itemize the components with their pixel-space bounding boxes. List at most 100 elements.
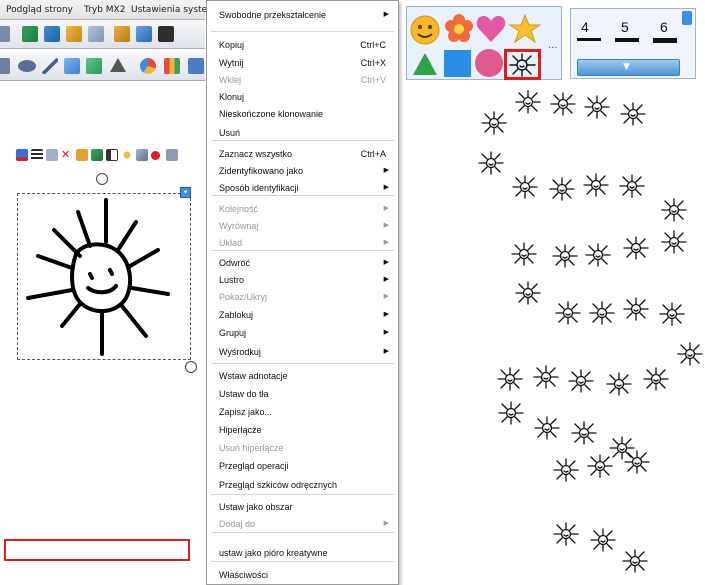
sun-stamp[interactable] bbox=[623, 236, 649, 260]
menu-item-29[interactable]: Właściwości bbox=[207, 567, 398, 584]
resize-handle[interactable] bbox=[185, 361, 197, 373]
sun-stamp[interactable] bbox=[571, 421, 597, 445]
pen-width-6[interactable]: 6 bbox=[660, 19, 668, 35]
sun-stamp[interactable] bbox=[515, 90, 541, 114]
menu-podglad-strony[interactable]: Podgląd strony bbox=[6, 5, 73, 15]
sun-stamp[interactable] bbox=[661, 230, 687, 254]
menu-item-25[interactable]: Przegląd szkiców odręcznych bbox=[207, 477, 398, 494]
menu-item-0[interactable]: Swobodne przekształcenie ▶ bbox=[207, 7, 398, 24]
menu-item-5[interactable]: Nieskończone klonowanie bbox=[207, 106, 398, 123]
sun-stamp[interactable] bbox=[590, 528, 616, 552]
menu-item-2[interactable]: Wytnij Ctrl+X bbox=[207, 55, 398, 72]
sun-stamp-button[interactable] bbox=[504, 49, 541, 80]
fill-color-icon[interactable] bbox=[16, 149, 28, 161]
more-tools-icon[interactable] bbox=[188, 58, 204, 74]
object-dropdown-button[interactable]: ▾ bbox=[180, 187, 191, 198]
sun-stamp[interactable] bbox=[609, 436, 635, 460]
menu-item-18[interactable]: Wyśrodkuj ▶ bbox=[207, 344, 398, 361]
pen-width-expand-button[interactable]: ▼ bbox=[577, 59, 680, 76]
sun-stamp[interactable] bbox=[511, 242, 537, 266]
sun-stamp[interactable] bbox=[568, 369, 594, 393]
pen-icon[interactable] bbox=[0, 58, 10, 74]
sun-stamp[interactable] bbox=[549, 177, 575, 201]
settings-icon[interactable] bbox=[166, 149, 178, 161]
pen-width-5[interactable]: 5 bbox=[621, 19, 629, 35]
sun-stamp[interactable] bbox=[624, 450, 650, 474]
menu-item-13[interactable]: Odwróć ▶ bbox=[207, 255, 398, 272]
rotate-handle[interactable] bbox=[96, 173, 108, 185]
board-icon[interactable] bbox=[158, 26, 174, 42]
menu-item-16[interactable]: Zablokuj ▶ bbox=[207, 307, 398, 324]
sun-stamp[interactable] bbox=[478, 151, 504, 175]
menu-item-24[interactable]: Przegląd operacji bbox=[207, 458, 398, 475]
gallery-more[interactable]: ... bbox=[548, 40, 558, 51]
sun-stamp[interactable] bbox=[677, 342, 703, 366]
brush-icon[interactable] bbox=[136, 26, 152, 42]
menu-item-20[interactable]: Ustaw do tła bbox=[207, 386, 398, 403]
sun-stamp[interactable] bbox=[661, 198, 687, 222]
pin-icon[interactable] bbox=[682, 11, 692, 25]
line-icon[interactable] bbox=[42, 58, 58, 74]
sun-stamp[interactable] bbox=[659, 302, 685, 326]
tool-icon[interactable] bbox=[0, 26, 10, 42]
menu-item-1[interactable]: Kopiuj Ctrl+C bbox=[207, 37, 398, 54]
fit-icon[interactable] bbox=[44, 26, 60, 42]
sun-stamp[interactable] bbox=[606, 372, 632, 396]
menu-item-21[interactable]: Zapisz jako... bbox=[207, 404, 398, 421]
screen-icon[interactable] bbox=[88, 26, 104, 42]
sun-stamp[interactable] bbox=[552, 244, 578, 268]
sun-stamp[interactable] bbox=[553, 458, 579, 482]
ellipse-icon[interactable] bbox=[18, 60, 36, 72]
sun-stamp[interactable] bbox=[584, 95, 610, 119]
selected-object[interactable] bbox=[17, 193, 191, 360]
menu-item-22[interactable]: Hiperłącze bbox=[207, 422, 398, 439]
menu-item-26[interactable]: Ustaw jako obszar bbox=[207, 499, 398, 516]
sun-stamp[interactable] bbox=[622, 549, 648, 573]
menu-ustawienia[interactable]: Ustawienia syste bbox=[131, 5, 207, 15]
sun-stamp[interactable] bbox=[643, 367, 669, 391]
record-icon[interactable] bbox=[151, 151, 160, 160]
sun-stamp[interactable] bbox=[585, 243, 611, 267]
line-style-icon[interactable] bbox=[31, 149, 43, 161]
sun-stamp[interactable] bbox=[498, 401, 524, 425]
pen-width-4[interactable]: 4 bbox=[581, 19, 589, 35]
sun-stamp[interactable] bbox=[515, 281, 541, 305]
sun-stamp[interactable] bbox=[533, 365, 559, 389]
group-icon[interactable] bbox=[91, 149, 103, 161]
sun-stamp[interactable] bbox=[623, 297, 649, 321]
sun-stamp[interactable] bbox=[550, 92, 576, 116]
delete-icon[interactable]: ✕ bbox=[61, 149, 73, 161]
chart-icon[interactable] bbox=[86, 58, 102, 74]
sun-stamp[interactable] bbox=[512, 175, 538, 199]
menu-item-4[interactable]: Klonuj bbox=[207, 89, 398, 106]
lock-icon[interactable] bbox=[76, 149, 88, 161]
menu-item-19[interactable]: Wstaw adnotacje bbox=[207, 368, 398, 385]
cylinder-icon[interactable] bbox=[64, 58, 80, 74]
menu-item-6[interactable]: Usuń bbox=[207, 125, 398, 142]
menu-item-17[interactable]: Grupuj ▶ bbox=[207, 325, 398, 342]
sun-stamp[interactable] bbox=[497, 367, 523, 391]
sun-stamp[interactable] bbox=[583, 173, 609, 197]
sun-stamp[interactable] bbox=[589, 301, 615, 325]
edit-icon[interactable] bbox=[136, 149, 148, 161]
sun-stamp[interactable] bbox=[587, 454, 613, 478]
menu-item-7[interactable]: Zaznacz wszystko Ctrl+A bbox=[207, 146, 398, 163]
menu-tryb-mx2[interactable]: Tryb MX2 bbox=[84, 5, 125, 15]
sun-stamp[interactable] bbox=[481, 111, 507, 135]
layer-icon[interactable] bbox=[106, 149, 118, 161]
fullscreen-icon[interactable] bbox=[22, 26, 38, 42]
menu-item-28[interactable]: ustaw jako pióro kreatywne bbox=[207, 545, 398, 562]
menu-item-8[interactable]: Zidentyfikowano jako ▶ bbox=[207, 163, 398, 180]
sun-stamp[interactable] bbox=[534, 416, 560, 440]
effects-icon[interactable] bbox=[121, 149, 133, 161]
pie-icon[interactable] bbox=[140, 58, 156, 74]
triangle-tool-icon[interactable] bbox=[110, 58, 126, 72]
sun-stamp[interactable] bbox=[555, 301, 581, 325]
bar-chart-icon[interactable] bbox=[164, 58, 180, 74]
people-icon[interactable] bbox=[66, 26, 82, 42]
note-icon[interactable] bbox=[114, 26, 130, 42]
menu-item-9[interactable]: Sposób identyfikacji ▶ bbox=[207, 180, 398, 197]
copy-icon[interactable] bbox=[46, 149, 58, 161]
sun-stamp[interactable] bbox=[620, 102, 646, 126]
sun-stamp[interactable] bbox=[619, 174, 645, 198]
